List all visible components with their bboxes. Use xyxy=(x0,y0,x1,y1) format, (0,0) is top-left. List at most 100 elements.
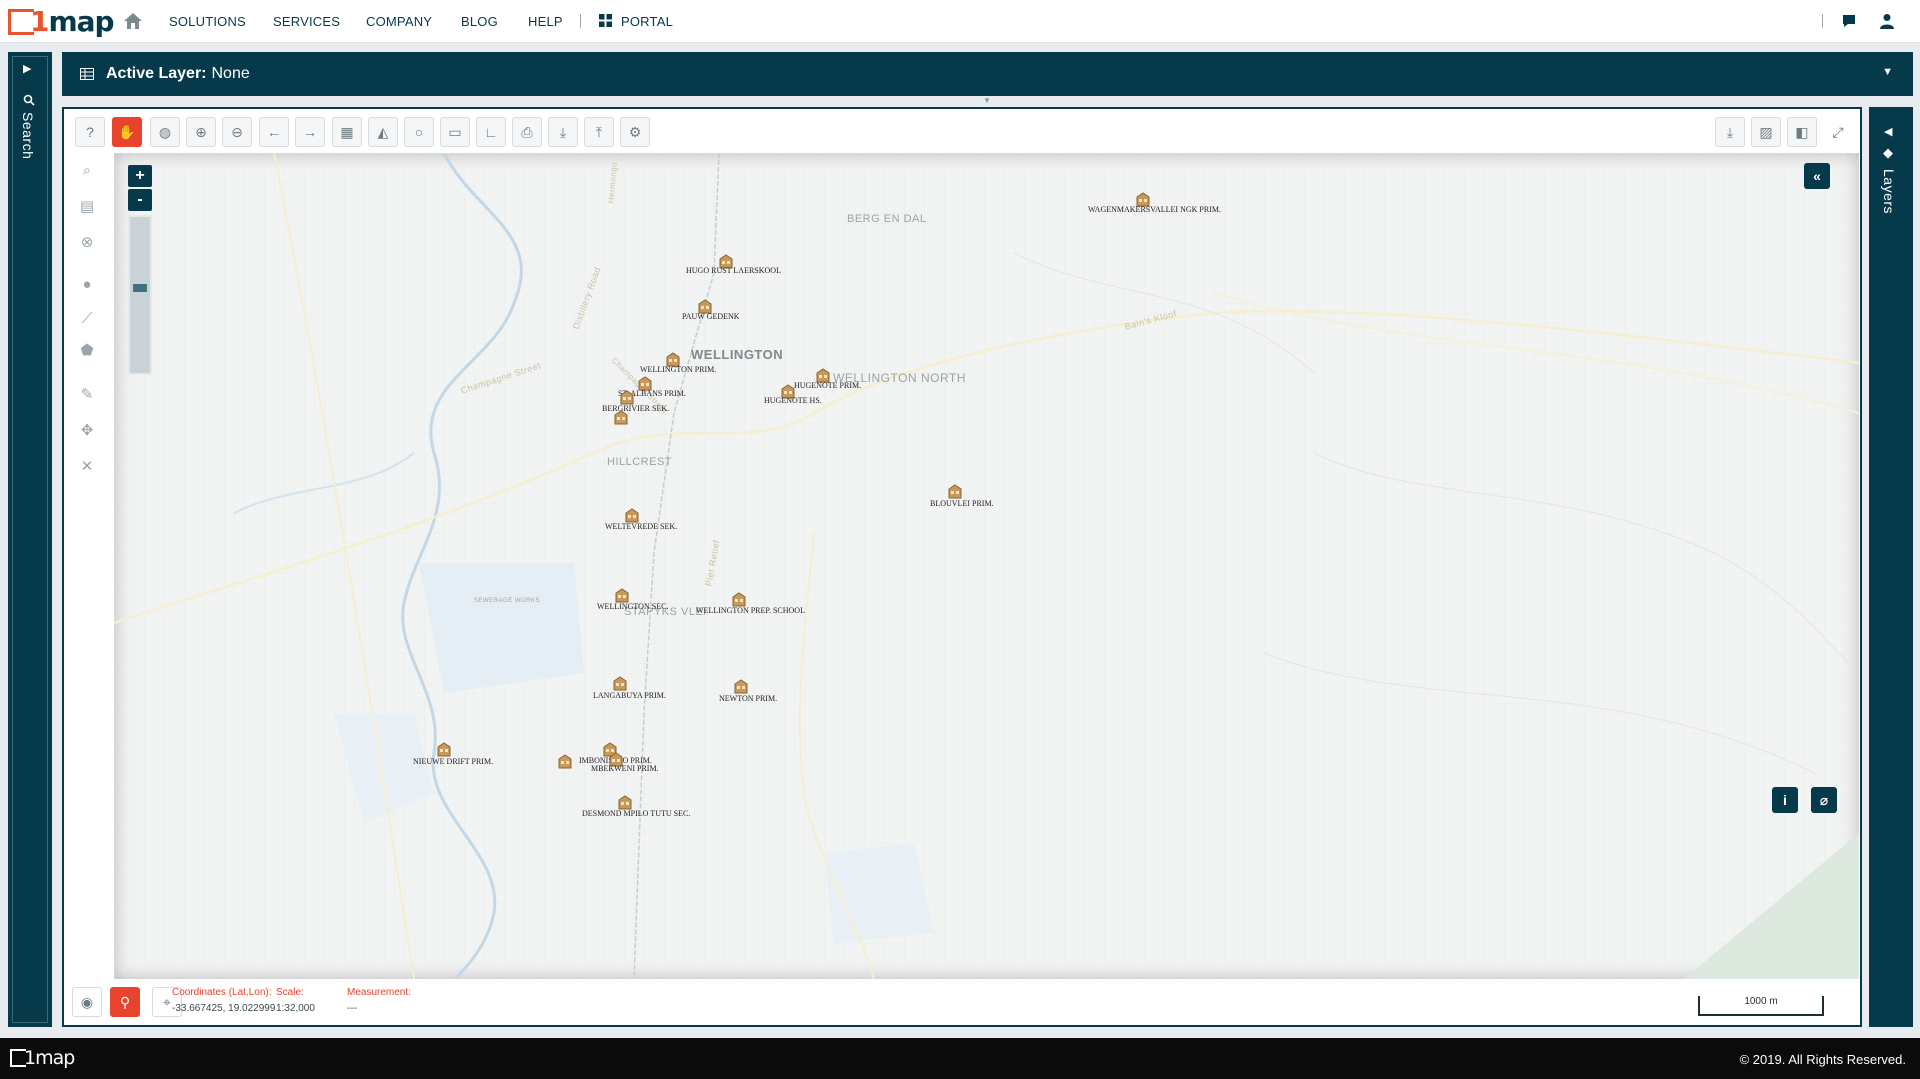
scale-value: 1:32,000 xyxy=(276,1003,315,1014)
move-icon[interactable]: ✥ xyxy=(72,415,102,445)
zoom-in-button[interactable]: + xyxy=(128,165,152,187)
location-pin-icon[interactable]: ⚲ xyxy=(110,987,140,1017)
help-icon[interactable]: ? xyxy=(75,117,105,147)
school-marker-icon[interactable] xyxy=(613,409,629,425)
delete-x-icon[interactable]: ✕ xyxy=(72,451,102,481)
school-label: HUGENOTE PRIM. xyxy=(794,381,862,390)
brand-logo[interactable]: 1map xyxy=(8,5,115,38)
forward-arrow-icon[interactable]: → xyxy=(295,117,325,147)
search-label: Search xyxy=(20,112,36,160)
settings-wheel-icon[interactable]: ⚙ xyxy=(620,117,650,147)
measurement-label: Measurement: xyxy=(347,987,411,998)
angle-measure-icon[interactable]: ∟ xyxy=(476,117,506,147)
place-label: SEWERAGE WORKS xyxy=(474,598,541,604)
chevron-down-icon[interactable]: ▼ xyxy=(1882,66,1893,78)
split-view-icon[interactable]: ◧ xyxy=(1787,117,1817,147)
scale-bar: 1000 m xyxy=(1698,996,1824,1016)
school-label: LANGABUYA PRIM. xyxy=(593,691,666,700)
site-footer: 1map © 2019. All Rights Reserved. xyxy=(0,1038,1920,1079)
school-marker-icon[interactable] xyxy=(557,753,573,769)
globe-icon[interactable]: ◍ xyxy=(150,117,180,147)
nav-portal[interactable]: PORTAL xyxy=(621,14,673,29)
school-label: BLOUVLEI PRIM. xyxy=(930,499,994,508)
grid-icon xyxy=(599,14,612,27)
collapse-panel-icon[interactable]: « xyxy=(1804,163,1830,189)
school-marker-icon[interactable] xyxy=(731,591,747,607)
map-book-icon[interactable]: ▤ xyxy=(72,191,102,221)
zoom-out-button[interactable]: - xyxy=(128,189,152,211)
active-layer-bar[interactable]: Active Layer: None ▼ xyxy=(62,52,1913,96)
download-icon[interactable]: ⤓ xyxy=(548,117,578,147)
school-label: NEWTON PRIM. xyxy=(719,694,778,703)
upload-icon[interactable]: ⤒ xyxy=(584,117,614,147)
zoom-slider[interactable] xyxy=(128,215,152,375)
clear-circle-icon[interactable]: ⊗ xyxy=(72,227,102,257)
draw-line-icon[interactable]: ⟋ xyxy=(72,303,102,333)
table-view-icon[interactable]: ▦ xyxy=(332,117,362,147)
measurement-value: --- xyxy=(347,1003,357,1014)
school-marker-icon[interactable] xyxy=(619,389,635,405)
scale-bar-label: 1000 m xyxy=(1744,996,1778,1007)
school-label: HUGO RUST LAERSKOOL xyxy=(686,266,781,275)
zoom-slider-handle[interactable] xyxy=(133,283,147,292)
nav-services[interactable]: SERVICES xyxy=(273,14,340,29)
zoom-out-icon[interactable]: ⊖ xyxy=(222,117,252,147)
school-label: NIEUWE DRIFT PRIM. xyxy=(413,757,494,766)
search-panel-toggle[interactable]: ▶ Search xyxy=(8,52,52,1027)
school-marker-icon[interactable] xyxy=(733,678,749,694)
school-marker-icon[interactable] xyxy=(617,794,633,810)
school-marker-icon[interactable] xyxy=(947,483,963,499)
active-layer-label: Active Layer: xyxy=(106,65,207,82)
layers-panel-toggle[interactable]: ◀ ◆ Layers xyxy=(1869,107,1913,1027)
print-icon[interactable]: ⎙ xyxy=(512,117,542,147)
image-export-icon[interactable]: ▨ xyxy=(1751,117,1781,147)
school-label: WELLINGTON PRIM. xyxy=(640,365,717,374)
school-marker-icon[interactable] xyxy=(624,507,640,523)
school-label: PAUW GEDENK xyxy=(682,312,740,321)
coordinates-value: -33.667425, 19.022999 xyxy=(172,1003,276,1014)
active-layer-value: None xyxy=(211,65,250,82)
nav-divider-right xyxy=(1822,14,1823,28)
user-icon[interactable] xyxy=(1878,12,1896,30)
school-marker-icon[interactable] xyxy=(612,675,628,691)
layers-icon: ◆ xyxy=(1883,145,1893,160)
fullscreen-icon[interactable]: ⤢ xyxy=(1823,117,1853,147)
camera-icon[interactable]: ◉ xyxy=(72,987,102,1017)
school-marker-icon[interactable] xyxy=(436,741,452,757)
draw-polygon-icon[interactable]: ⬟ xyxy=(72,335,102,365)
place-label: WELLINGTON xyxy=(691,347,784,362)
nav-help[interactable]: HELP xyxy=(528,14,563,29)
school-label: HUGENOTE HS. xyxy=(764,396,822,405)
zoom-in-icon[interactable]: ⊕ xyxy=(186,117,216,147)
chat-icon[interactable] xyxy=(1840,12,1858,30)
scale-label: Scale: xyxy=(276,987,304,998)
collapse-handle-icon[interactable]: ▼ xyxy=(983,96,991,105)
elevation-chart-icon[interactable]: ◭ xyxy=(368,117,398,147)
ruler-icon[interactable]: ▭ xyxy=(440,117,470,147)
nav-company[interactable]: COMPANY xyxy=(366,14,432,29)
back-arrow-icon[interactable]: ← xyxy=(259,117,289,147)
pan-hand-icon[interactable]: ✋ xyxy=(112,117,142,147)
table-icon xyxy=(80,68,94,80)
info-icon[interactable]: i xyxy=(1772,787,1798,813)
place-label: HILLCREST xyxy=(607,456,673,468)
school-label: WELLINGTON PREP. SCHOOL xyxy=(696,606,805,615)
map-frame: ? ✋ ◍ ⊕ ⊖ ← → ▦ ◭ ○ ▭ ∟ ⎙ ⤓ ⤒ ⚙ ⤓ ▨ ◧ ⤢ … xyxy=(62,107,1862,1027)
school-marker-icon[interactable] xyxy=(614,587,630,603)
expand-arrow-icon: ▶ xyxy=(23,63,32,75)
draw-circle-icon[interactable]: ● xyxy=(72,269,102,299)
circle-select-icon[interactable]: ○ xyxy=(404,117,434,147)
attachment-icon[interactable]: ⌀ xyxy=(1811,787,1837,813)
coordinates-label: Coordinates (Lat,Lon): xyxy=(172,987,272,998)
map-canvas[interactable]: BERG EN DAL WELLINGTON WELLINGTON NORTH … xyxy=(114,153,1859,979)
edit-pencil-icon[interactable]: ✎ xyxy=(72,379,102,409)
search-icon xyxy=(23,94,35,106)
nav-blog[interactable]: BLOG xyxy=(461,14,498,29)
export-download-icon[interactable]: ⤓ xyxy=(1715,117,1745,147)
binoculars-icon[interactable]: ⌕ xyxy=(72,155,102,185)
layers-label: Layers xyxy=(1881,169,1897,215)
nav-divider xyxy=(580,14,581,28)
nav-solutions[interactable]: SOLUTIONS xyxy=(169,14,246,29)
footer-logo[interactable]: 1map xyxy=(10,1047,75,1069)
home-icon[interactable] xyxy=(123,12,143,30)
